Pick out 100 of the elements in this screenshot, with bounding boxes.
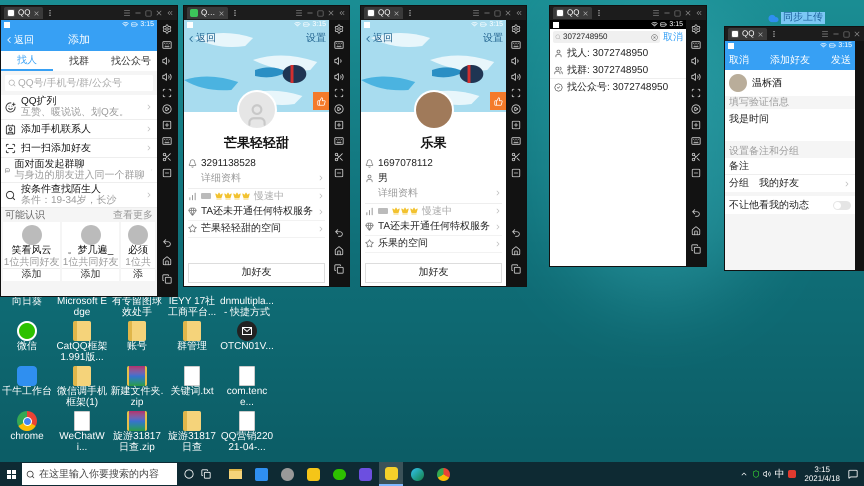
close-tab-icon[interactable] (757, 30, 764, 38)
minus-box-icon[interactable] (511, 168, 521, 178)
person-card[interactable]: 。梦几遍_ 1位共同好友 添加 (62, 222, 119, 281)
minus-box-icon[interactable] (334, 168, 344, 178)
close-tab-icon[interactable] (393, 10, 400, 16)
record-icon[interactable] (511, 104, 521, 114)
settings-icon[interactable] (334, 24, 344, 34)
keyboard-icon[interactable] (334, 136, 344, 146)
back-icon[interactable] (334, 228, 344, 238)
record-icon[interactable] (691, 104, 701, 114)
keyboard-icon[interactable] (691, 136, 701, 146)
add-window-icon[interactable] (334, 120, 344, 130)
speaker-icon[interactable] (763, 470, 772, 478)
collapse-icon[interactable] (338, 9, 346, 17)
fullscreen-icon[interactable] (511, 88, 521, 98)
keyboard-icon[interactable] (511, 40, 521, 50)
volume-down-icon[interactable] (691, 56, 701, 66)
window-tab[interactable]: QQ (4, 7, 44, 19)
menu-icon[interactable] (295, 9, 303, 17)
scissors-icon[interactable] (691, 152, 701, 162)
recent-apps-icon[interactable] (511, 264, 521, 274)
window-tab[interactable]: QQ (728, 28, 768, 40)
back-icon[interactable] (511, 228, 521, 238)
back-button[interactable]: 返回 (186, 31, 216, 46)
taskbar-search-field[interactable]: 在这里输入你要搜索的内容 (22, 463, 177, 485)
close-icon[interactable] (327, 9, 335, 17)
maximize-icon[interactable] (494, 10, 501, 16)
settings-link[interactable]: 设置 (483, 31, 503, 46)
back-button[interactable]: 返回 (363, 31, 393, 46)
recent-apps-icon[interactable] (334, 264, 344, 274)
profile-link[interactable]: 芒果轻轻甜的空间 (188, 220, 325, 238)
menu-icon[interactable] (821, 30, 829, 38)
minus-box-icon[interactable] (691, 168, 701, 178)
fullscreen-icon[interactable] (691, 88, 701, 98)
person-card[interactable]: 必须 1位共 添 (121, 222, 155, 281)
search-field[interactable]: 3072748950 (553, 31, 660, 43)
volume-down-icon[interactable] (162, 56, 172, 66)
add-button[interactable]: 添加 (3, 268, 60, 281)
person-card[interactable]: 笑看风云 1位共同好友 添加 (3, 222, 60, 281)
menu-icon[interactable] (472, 9, 480, 17)
collapse-icon[interactable] (695, 9, 703, 17)
window-tab[interactable]: QQ (553, 7, 592, 19)
clear-icon[interactable] (651, 34, 658, 40)
window-tab[interactable]: QQ (364, 7, 404, 19)
settings-link[interactable]: 设置 (306, 31, 326, 46)
scissors-icon[interactable] (162, 152, 172, 162)
close-tab-icon[interactable] (33, 10, 40, 16)
home-icon[interactable] (511, 246, 521, 256)
add-window-icon[interactable] (691, 120, 701, 130)
scissors-icon[interactable] (511, 152, 521, 162)
volume-down-icon[interactable] (334, 56, 344, 66)
collapse-icon[interactable] (515, 9, 523, 17)
search-field[interactable]: QQ号/手机号/群/公众号 (5, 75, 153, 91)
notification-icon[interactable] (848, 469, 858, 479)
minus-box-icon[interactable] (162, 168, 172, 178)
clock-time[interactable]: 3:15 (814, 465, 830, 474)
home-icon[interactable] (162, 256, 172, 266)
chevron-up-icon[interactable] (740, 470, 748, 478)
close-icon[interactable] (684, 9, 692, 17)
maximize-icon[interactable] (674, 10, 681, 16)
profile-link[interactable]: 乐果的空间 (365, 236, 502, 252)
clock-date[interactable]: 2021/4/18 (804, 474, 840, 483)
volume-up-icon[interactable] (511, 72, 521, 82)
close-icon[interactable] (155, 9, 163, 17)
keyboard-icon[interactable] (511, 136, 521, 146)
sync-upload-button[interactable]: 同步上传 (768, 12, 825, 24)
back-icon[interactable] (162, 238, 172, 248)
settings-icon[interactable] (511, 24, 521, 34)
recent-apps-icon[interactable] (691, 244, 701, 254)
volume-up-icon[interactable] (691, 72, 701, 82)
maximize-icon[interactable] (145, 10, 152, 16)
close-tab-icon[interactable] (218, 10, 226, 16)
keyboard-icon[interactable] (162, 136, 172, 146)
fullscreen-icon[interactable] (334, 88, 344, 98)
back-icon[interactable] (691, 208, 701, 218)
close-icon[interactable] (853, 30, 861, 38)
settings-icon[interactable] (162, 24, 172, 34)
add-friend-button[interactable]: 加好友 (365, 262, 502, 282)
cortana-icon[interactable] (184, 469, 194, 479)
home-icon[interactable] (334, 246, 344, 256)
list-item[interactable]: 添加手机联系人 (1, 120, 157, 139)
search-result[interactable]: 找公众号: 3072748950 (550, 79, 686, 96)
maximize-icon[interactable] (843, 30, 850, 38)
add-button[interactable]: 添加 (62, 268, 119, 281)
tab[interactable]: 找公众号 (105, 51, 157, 71)
toggle-switch[interactable] (833, 200, 851, 210)
menu-icon[interactable] (123, 9, 131, 17)
group-row[interactable]: 分组 我的好友 (725, 175, 855, 192)
like-button[interactable] (313, 92, 329, 110)
volume-down-icon[interactable] (511, 56, 521, 66)
keyboard-icon[interactable] (691, 40, 701, 50)
recent-apps-icon[interactable] (162, 274, 172, 284)
close-tab-icon[interactable] (582, 10, 590, 16)
tray-app-icon[interactable] (788, 470, 796, 478)
collapse-icon[interactable] (166, 9, 174, 17)
volume-up-icon[interactable] (162, 72, 172, 82)
record-icon[interactable] (162, 104, 172, 114)
add-button[interactable]: 添 (121, 268, 155, 281)
keyboard-icon[interactable] (334, 40, 344, 50)
record-icon[interactable] (334, 104, 344, 114)
